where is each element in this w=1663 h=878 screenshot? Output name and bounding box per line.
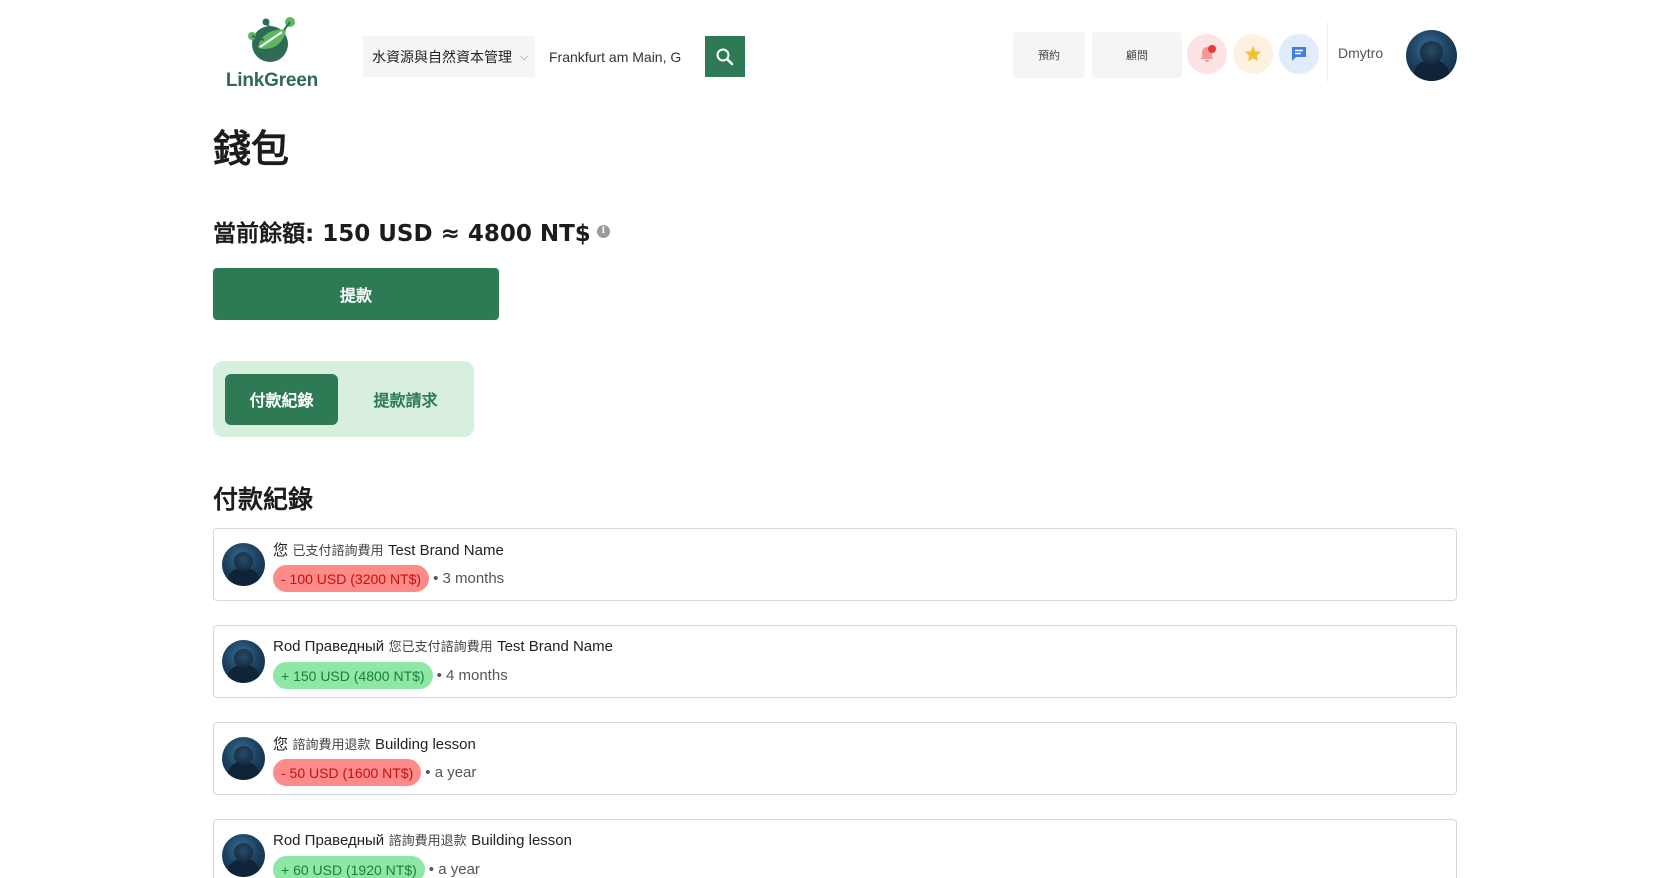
wallet-tabs: 付款紀錄 提款請求 (213, 361, 474, 437)
record-time: • a year (428, 861, 480, 878)
withdraw-button[interactable]: 提款 (213, 268, 499, 320)
search-location-input[interactable]: Frankfurt am Main, G (535, 36, 705, 77)
logo[interactable]: LinkGreen (222, 14, 322, 94)
record-user: 您 (273, 736, 289, 753)
avatar[interactable] (222, 737, 265, 780)
nav-booking-label: 預約 (1038, 49, 1060, 62)
record-action: 已支付諮詢費用 (292, 544, 384, 559)
list-item: 您 已支付諮詢費用 Test Brand Name - 100 USD (320… (213, 528, 1457, 601)
record-meta: - 100 USD (3200 NT$) • 3 months (273, 565, 504, 592)
user-avatar[interactable] (1406, 30, 1457, 81)
avatar[interactable] (222, 543, 265, 586)
nav-consultant-label: 顧問 (1126, 49, 1148, 62)
avatar[interactable] (222, 834, 265, 877)
user-name[interactable]: Dmytro (1338, 45, 1383, 61)
record-target: Building lesson (374, 736, 476, 753)
amount-badge: - 50 USD (1600 NT$) (273, 759, 422, 786)
favorites-button[interactable] (1233, 34, 1273, 74)
record-time: • 4 months (436, 667, 508, 684)
messages-button[interactable] (1279, 34, 1319, 74)
list-item: Rod Праведный 您已支付諮詢費用 Test Brand Name +… (213, 625, 1457, 698)
record-meta: + 60 USD (1920 NT$) • a year (273, 856, 480, 878)
search-category-value: 水資源與自然資本管理 (372, 49, 512, 66)
nav-booking-link[interactable]: 預約 (1013, 32, 1085, 78)
record-target: Test Brand Name (497, 638, 613, 655)
record-description: 您 諮詢費用退款 Building lesson (273, 733, 476, 754)
current-balance-text: 當前餘額: 150 USD ≈ 4800 NT$ (213, 221, 591, 247)
record-time: • a year (425, 764, 477, 781)
header-divider (1327, 22, 1328, 82)
record-target: Building lesson (471, 832, 572, 849)
page-title: 錢包 (213, 127, 290, 171)
search-bar: 水資源與自然資本管理 ⌵ Frankfurt am Main, G (363, 36, 745, 77)
notification-dot (1208, 45, 1216, 53)
record-meta: + 150 USD (4800 NT$) • 4 months (273, 662, 508, 689)
nav-consultant-link[interactable]: 顧問 (1092, 32, 1182, 78)
logo-text: LinkGreen (225, 70, 319, 91)
tab-withdraw-requests[interactable]: 提款請求 (338, 374, 473, 425)
record-action: 諮詢費用退款 (388, 834, 467, 849)
record-user: Rod Праведный (273, 832, 385, 849)
current-balance: 當前餘額: 150 USD ≈ 4800 NT$ i (213, 214, 610, 248)
record-description: Rod Праведный 您已支付諮詢費用 Test Brand Name (273, 636, 613, 655)
record-action: 諮詢費用退款 (292, 738, 371, 753)
amount-badge: - 100 USD (3200 NT$) (273, 565, 430, 592)
record-time: • 3 months (433, 570, 505, 587)
record-action: 您已支付諮詢費用 (388, 640, 493, 655)
notifications-button[interactable] (1187, 34, 1227, 74)
record-meta: - 50 USD (1600 NT$) • a year (273, 759, 476, 786)
star-icon (1245, 46, 1261, 62)
search-icon (716, 48, 734, 65)
list-item: 您 諮詢費用退款 Building lesson - 50 USD (1600 … (213, 722, 1457, 795)
list-item: Rod Праведный 諮詢費用退款 Building lesson + 6… (213, 819, 1457, 878)
record-user: 您 (273, 542, 289, 559)
amount-badge: + 150 USD (4800 NT$) (273, 662, 433, 689)
search-category-select[interactable]: 水資源與自然資本管理 ⌵ (363, 36, 535, 77)
avatar[interactable] (222, 640, 265, 683)
record-target: Test Brand Name (387, 542, 504, 559)
search-button[interactable] (705, 36, 745, 77)
chevron-down-icon: ⌵ (520, 49, 529, 63)
chat-icon (1292, 47, 1306, 61)
search-location-value: Frankfurt am Main, G (549, 48, 682, 65)
tab-payment-history[interactable]: 付款紀錄 (225, 373, 338, 425)
amount-badge: + 60 USD (1920 NT$) (273, 856, 425, 878)
record-user: Rod Праведный (273, 638, 385, 655)
section-title: 付款紀錄 (213, 485, 314, 514)
logo-leaf-icon (248, 17, 295, 62)
record-description: 您 已支付諮詢費用 Test Brand Name (273, 539, 504, 560)
info-icon[interactable]: i (596, 224, 610, 238)
record-description: Rod Праведный 諮詢費用退款 Building lesson (273, 830, 572, 849)
